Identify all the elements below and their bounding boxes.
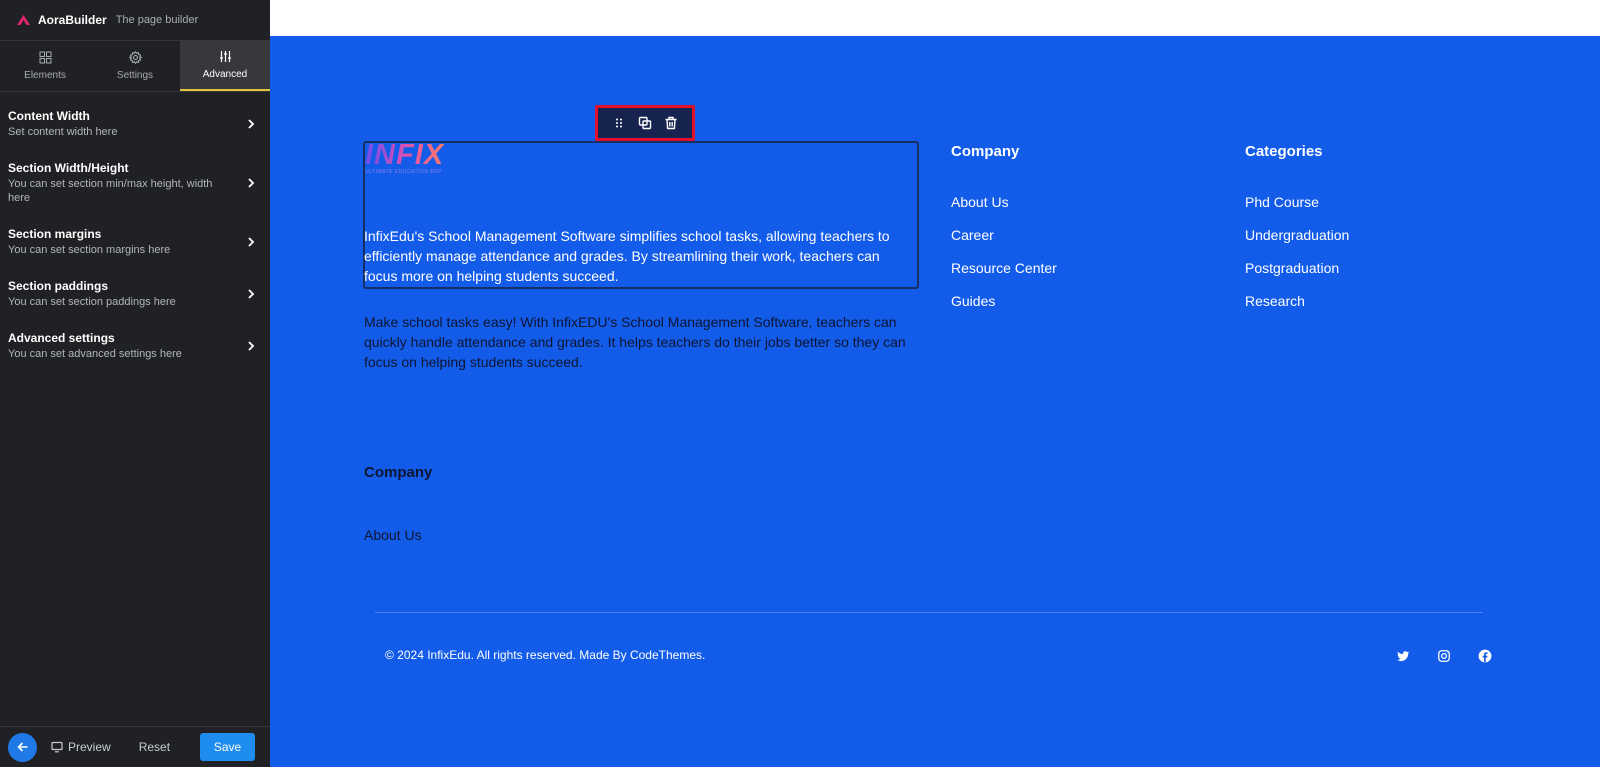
company-heading: Company [951,143,1020,160]
trash-icon[interactable] [664,116,678,130]
menu-item-title: Advanced settings [8,331,115,345]
footer-link-research[interactable]: Research [1245,293,1305,309]
gear-icon [128,51,142,64]
canvas-top-strip [270,0,1600,36]
facebook-icon[interactable] [1478,649,1492,663]
sidebar-tabs: Elements Settings Advanced [0,41,270,92]
menu-item-subtitle: You can set section paddings here [8,296,176,308]
menu-item-section-width-height[interactable]: Section Width/Height You can set section… [0,150,270,216]
footer-link-about-us-secondary[interactable]: About Us [364,527,422,543]
advanced-settings-menu: Content Width Set content width here Sec… [0,92,270,372]
menu-item-title: Section Width/Height [8,161,129,175]
footer-description[interactable]: InfixEdu's School Management Software si… [364,226,914,286]
brand-name: AoraBuilder [38,13,107,27]
sidebar: AoraBuilder The page builder Elements Se… [0,0,270,767]
chevron-right-icon [248,289,255,299]
company-heading-secondary: Company [364,464,433,481]
monitor-icon [51,741,63,753]
logo-tagline: ULTIMATE EDUCATION ERP [365,169,443,175]
menu-item-subtitle: You can set advanced settings here [8,348,182,360]
chevron-right-icon [248,237,255,247]
menu-item-section-paddings[interactable]: Section paddings You can set section pad… [0,268,270,320]
reset-button[interactable]: Reset [139,740,170,754]
tab-advanced[interactable]: Advanced [180,41,270,91]
chevron-right-icon [248,178,255,188]
menu-item-content-width[interactable]: Content Width Set content width here [0,98,270,150]
menu-item-subtitle: You can set section margins here [8,244,171,256]
menu-item-title: Content Width [8,109,90,123]
footer-description-secondary[interactable]: Make school tasks easy! With InfixEDU's … [364,312,924,372]
tab-label: Settings [116,70,154,81]
tab-settings[interactable]: Settings [90,41,180,91]
footer-link-undergraduation[interactable]: Undergraduation [1245,227,1349,243]
twitter-icon[interactable] [1396,649,1410,663]
infix-logo: INFIX ULTIMATE EDUCATION ERP [365,140,444,175]
page-builder-app: AoraBuilder The page builder Elements Se… [0,0,1600,767]
preview-label: Preview [68,740,111,754]
footer-divider [375,612,1483,613]
footer-link-about-us[interactable]: About Us [951,194,1009,210]
aora-logo-icon [17,15,30,25]
brand-subtitle: The page builder [115,14,199,26]
footer-link-phd-course[interactable]: Phd Course [1245,194,1319,210]
footer-section[interactable]: INFIX ULTIMATE EDUCATION ERP InfixEdu's … [270,36,1600,767]
footer-link-career[interactable]: Career [951,227,994,243]
tab-label: Elements [24,70,66,81]
chevron-right-icon [248,341,255,351]
brand-header: AoraBuilder The page builder [0,0,270,41]
preview-button[interactable]: Preview [51,740,111,754]
builder-canvas: INFIX ULTIMATE EDUCATION ERP InfixEdu's … [270,0,1600,767]
element-toolbar [595,105,695,141]
back-button[interactable] [8,732,37,762]
copyright-text: © 2024 InfixEdu. All rights reserved. Ma… [385,648,706,662]
menu-item-advanced-settings[interactable]: Advanced settings You can set advanced s… [0,320,270,372]
instagram-icon[interactable] [1437,649,1451,663]
menu-item-title: Section margins [8,227,102,241]
menu-item-subtitle: You can set section min/max height, widt… [8,178,213,204]
save-button[interactable]: Save [200,733,256,761]
sidebar-bottom-bar: Preview Reset Save [0,726,270,767]
categories-heading: Categories [1245,143,1323,160]
logo-wordmark: INFIX [365,139,445,171]
duplicate-icon[interactable] [638,116,652,130]
footer-link-guides[interactable]: Guides [951,293,995,309]
menu-item-subtitle: Set content width here [8,126,118,138]
menu-item-section-margins[interactable]: Section margins You can set section marg… [0,216,270,268]
chevron-right-icon [248,119,255,129]
menu-item-title: Section paddings [8,279,109,293]
drag-handle-icon[interactable] [612,116,626,130]
footer-link-resource-center[interactable]: Resource Center [951,260,1057,276]
grid-icon [39,51,51,64]
tab-elements[interactable]: Elements [0,41,90,91]
arrow-left-icon [16,742,27,752]
sliders-icon [219,51,231,62]
tab-label: Advanced [202,69,248,80]
footer-link-postgraduation[interactable]: Postgraduation [1245,260,1339,276]
